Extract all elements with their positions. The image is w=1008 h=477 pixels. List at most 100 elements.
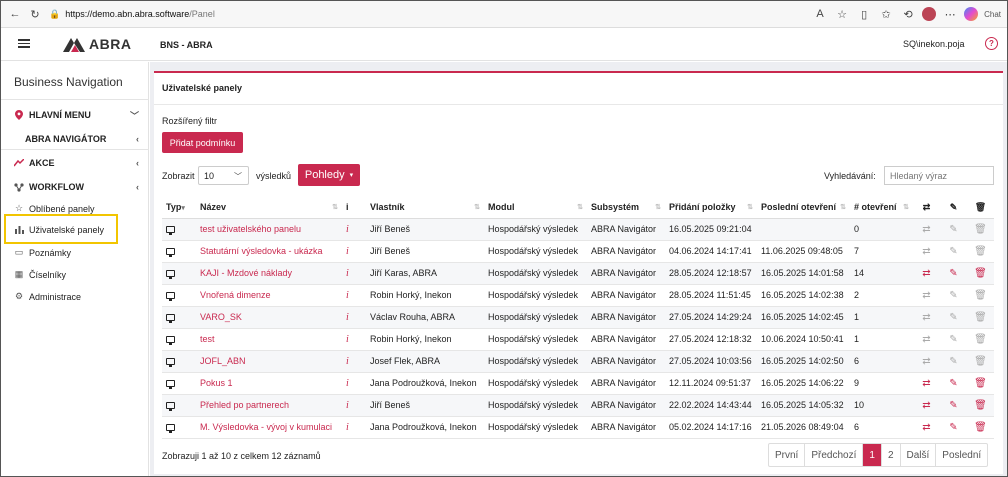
row-name[interactable]: Pokus 1 xyxy=(196,372,342,395)
views-dropdown-button[interactable]: Pohledy ▾ xyxy=(298,164,360,186)
col-last-open[interactable]: Poslední otevření ⇅ xyxy=(757,197,850,219)
info-icon[interactable]: i xyxy=(346,224,349,235)
info-icon[interactable]: i xyxy=(346,290,349,301)
delete-icon[interactable]: 🗑 xyxy=(967,306,994,329)
copilot-icon[interactable] xyxy=(964,7,979,21)
row-info[interactable]: i xyxy=(342,394,366,417)
edit-icon[interactable]: ✎ xyxy=(940,416,967,439)
favorite-star-icon[interactable]: ☆ xyxy=(834,6,850,22)
pager-page-2[interactable]: 2 xyxy=(882,444,901,466)
sync-icon[interactable]: ⇄ xyxy=(913,306,940,329)
sync-icon[interactable]: ⇄ xyxy=(913,394,940,417)
col-type[interactable]: Typ▾ xyxy=(162,197,196,219)
row-info[interactable]: i xyxy=(342,218,366,241)
pager-next[interactable]: Další xyxy=(901,444,937,466)
page-size-select[interactable]: 10 ﹀ xyxy=(198,166,249,185)
info-icon[interactable]: i xyxy=(346,378,349,389)
help-icon[interactable]: ? xyxy=(985,37,998,50)
row-info[interactable]: i xyxy=(342,284,366,307)
history-icon[interactable]: ⟲ xyxy=(900,6,916,22)
row-info[interactable]: i xyxy=(342,328,366,351)
row-name[interactable]: Statutární výsledovka - ukázka xyxy=(196,240,342,263)
more-icon[interactable]: ⋯ xyxy=(942,6,958,22)
delete-icon[interactable]: 🗑 xyxy=(967,394,994,417)
sidebar-main-menu[interactable]: HLAVNÍ MENU ﹀ xyxy=(14,110,139,121)
reload-icon[interactable]: ↻ xyxy=(27,6,43,22)
sidebar-item-notes[interactable]: ▭ Poznámky xyxy=(14,247,139,258)
table-row[interactable]: Přehled po partnerech i Jiří Beneš Hospodář… xyxy=(162,394,994,417)
delete-icon[interactable]: 🗑 xyxy=(967,372,994,395)
sync-icon[interactable]: ⇄ xyxy=(913,284,940,307)
sidebar-item-administration[interactable]: ⚙ Administrace xyxy=(14,291,139,302)
col-module[interactable]: Modul ⇅ xyxy=(484,197,587,219)
row-info[interactable]: i xyxy=(342,306,366,329)
info-icon[interactable]: i xyxy=(346,246,349,257)
pager-page-1[interactable]: 1 xyxy=(863,444,882,466)
sync-icon[interactable]: ⇄ xyxy=(913,416,940,439)
pager-prev[interactable]: Předchozí xyxy=(805,444,864,466)
col-added[interactable]: Přidání položky ⇅ xyxy=(665,197,757,219)
row-name[interactable]: KAJI - Mzdové náklady xyxy=(196,262,342,285)
table-row[interactable]: test i Robin Horký, Inekon Hospodářský výsl… xyxy=(162,328,994,351)
edit-icon[interactable]: ✎ xyxy=(940,218,967,241)
row-name[interactable]: test xyxy=(196,328,342,351)
edit-icon[interactable]: ✎ xyxy=(940,394,967,417)
col-info[interactable]: i xyxy=(342,197,366,219)
table-row[interactable]: test uživatelského panelu i Jiří Beneš Hosp… xyxy=(162,218,994,241)
sidebar-item-codelists[interactable]: ▦ Číselníky xyxy=(14,269,139,280)
delete-icon[interactable]: 🗑 xyxy=(967,328,994,351)
row-name[interactable]: VARO_SK xyxy=(196,306,342,329)
row-info[interactable]: i xyxy=(342,262,366,285)
info-icon[interactable]: i xyxy=(346,400,349,411)
split-screen-icon[interactable]: ▯ xyxy=(856,6,872,22)
sync-icon[interactable]: ⇄ xyxy=(913,328,940,351)
sidebar-akce[interactable]: AKCE ‹ xyxy=(14,158,139,168)
table-row[interactable]: Pokus 1 i Jana Podroužková, Inekon Hospodář… xyxy=(162,372,994,395)
table-row[interactable]: KAJI - Mzdové náklady i Jiří Karas, ABRA Ho… xyxy=(162,262,994,285)
delete-icon[interactable]: 🗑 xyxy=(967,284,994,307)
address-bar[interactable]: 🔒 https://demo.abn.abra.software/Panel xyxy=(49,5,809,24)
table-row[interactable]: Vnořená dimenze i Robin Horký, Inekon Hospo… xyxy=(162,284,994,307)
pager-first[interactable]: První xyxy=(769,444,806,466)
row-info[interactable]: i xyxy=(342,372,366,395)
abra-logo[interactable]: ABRA xyxy=(61,36,131,52)
user-name[interactable]: SQ\inekon.poja xyxy=(903,39,965,49)
back-icon[interactable]: ← xyxy=(7,6,23,22)
row-name[interactable]: Přehled po partnerech xyxy=(196,394,342,417)
col-name[interactable]: Název ⇅ xyxy=(196,197,342,219)
row-info[interactable]: i xyxy=(342,416,366,439)
row-info[interactable]: i xyxy=(342,240,366,263)
add-condition-button[interactable]: Přidat podmínku xyxy=(162,132,243,153)
profile-avatar[interactable] xyxy=(922,7,937,21)
row-name[interactable]: test uživatelského panelu xyxy=(196,218,342,241)
table-row[interactable]: VARO_SK i Václav Rouha, ABRA Hospodářský vý… xyxy=(162,306,994,329)
hamburger-menu-icon[interactable] xyxy=(18,39,30,48)
table-row[interactable]: JOFL_ABN i Josef Flek, ABRA Hospodářský výs… xyxy=(162,350,994,373)
info-icon[interactable]: i xyxy=(346,312,349,323)
sync-icon[interactable]: ⇄ xyxy=(913,262,940,285)
edit-icon[interactable]: ✎ xyxy=(940,350,967,373)
delete-icon[interactable]: 🗑 xyxy=(967,416,994,439)
row-info[interactable]: i xyxy=(342,350,366,373)
favorites-icon[interactable]: ✩ xyxy=(878,6,894,22)
edit-icon[interactable]: ✎ xyxy=(940,262,967,285)
col-subsystem[interactable]: Subsystém ⇅ xyxy=(587,197,665,219)
info-icon[interactable]: i xyxy=(346,356,349,367)
sync-icon[interactable]: ⇄ xyxy=(913,350,940,373)
chat-label[interactable]: Chat xyxy=(984,10,1001,19)
sync-icon[interactable]: ⇄ xyxy=(913,218,940,241)
delete-icon[interactable]: 🗑 xyxy=(967,240,994,263)
pager-last[interactable]: Poslední xyxy=(936,444,987,466)
delete-icon[interactable]: 🗑 xyxy=(967,262,994,285)
sidebar-abra-navigator[interactable]: ABRA NAVIGÁTOR ‹ xyxy=(25,134,139,144)
search-input[interactable] xyxy=(884,166,994,185)
info-icon[interactable]: i xyxy=(346,268,349,279)
row-name[interactable]: JOFL_ABN xyxy=(196,350,342,373)
edit-icon[interactable]: ✎ xyxy=(940,306,967,329)
sidebar-item-favorites[interactable]: ☆ Oblíbené panely xyxy=(14,203,139,214)
sync-icon[interactable]: ⇄ xyxy=(913,240,940,263)
delete-icon[interactable]: 🗑 xyxy=(967,218,994,241)
row-name[interactable]: Vnořená dimenze xyxy=(196,284,342,307)
read-aloud-icon[interactable]: A xyxy=(812,6,828,22)
info-icon[interactable]: i xyxy=(346,422,349,433)
